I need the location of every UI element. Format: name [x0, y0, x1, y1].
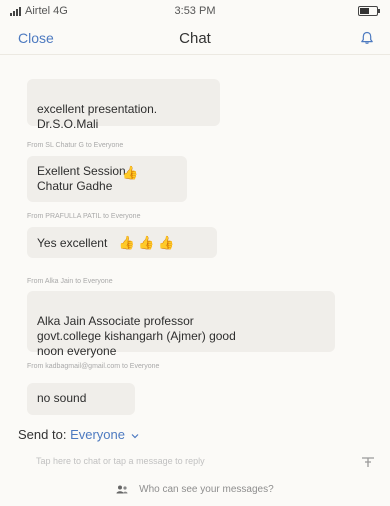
message-text: no sound: [37, 391, 87, 405]
message-sender: From SL Chatur G to Everyone: [27, 142, 124, 149]
who-can-see-link[interactable]: Who can see your messages?: [0, 484, 390, 495]
close-button[interactable]: Close: [18, 30, 54, 46]
nav-bar: Close Chat: [0, 22, 390, 55]
chat-message[interactable]: Yes excellent 👍 👍 👍: [27, 227, 217, 258]
send-to-target-select[interactable]: Everyone: [70, 427, 139, 442]
send-to-target: Everyone: [70, 427, 125, 442]
send-icon[interactable]: [361, 456, 375, 468]
battery-icon: [358, 6, 380, 16]
message-text: Alka Jain Associate professor govt.colle…: [37, 314, 236, 358]
chevron-down-icon: [131, 434, 139, 439]
chat-input-row: Tap here to chat or tap a message to rep…: [0, 450, 390, 476]
chat-message[interactable]: no sound: [27, 383, 135, 415]
bell-icon[interactable]: [360, 31, 374, 45]
message-sender: From Alka Jain to Everyone: [27, 278, 113, 285]
message-text: Yes excellent: [37, 236, 108, 250]
send-to-row: Send to: Everyone: [18, 427, 139, 442]
send-to-label: Send to:: [18, 427, 67, 442]
chat-message-list[interactable]: excellent presentation. Dr.S.O.Mali From…: [0, 55, 390, 415]
chat-input[interactable]: Tap here to chat or tap a message to rep…: [36, 456, 205, 466]
page-title: Chat: [179, 29, 211, 47]
chat-message[interactable]: Alka Jain Associate professor govt.colle…: [27, 291, 335, 358]
thumbs-up-icon: 👍: [122, 165, 139, 180]
message-sender: From PRAFULLA PATIL to Everyone: [27, 213, 141, 220]
chat-message[interactable]: excellent presentation. Dr.S.O.Mali: [27, 79, 220, 131]
status-bar: Airtel 4G 3:53 PM: [0, 0, 390, 22]
message-text: excellent presentation. Dr.S.O.Mali: [37, 102, 158, 131]
message-sender: From kadbagmail@gmail.com to Everyone: [27, 363, 160, 370]
chat-message[interactable]: Exellent Session Chatur Gadhe 👍: [27, 156, 187, 202]
people-icon: [116, 485, 128, 494]
thumbs-up-icon: 👍 👍 👍: [118, 235, 175, 250]
message-text: Exellent Session Chatur Gadhe: [37, 164, 126, 193]
status-time: 3:53 PM: [174, 5, 216, 17]
who-can-see-label: Who can see your messages?: [139, 484, 274, 495]
